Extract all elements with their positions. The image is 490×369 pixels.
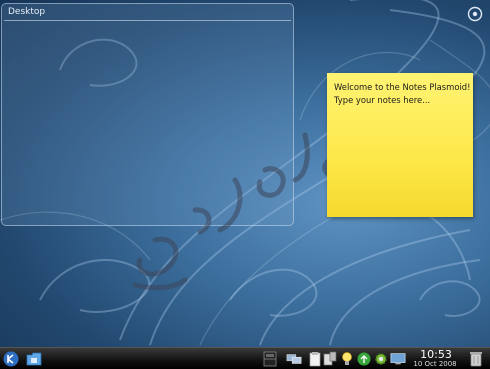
- note-line-2: Type your notes here...: [334, 95, 431, 105]
- desktop-toolbox-icon[interactable]: [465, 4, 485, 24]
- pager-icon[interactable]: [262, 351, 278, 367]
- update-icon[interactable]: [356, 351, 372, 367]
- display-icon[interactable]: [390, 351, 406, 367]
- taskbar-panel: 10:53 10 Oct 2008: [0, 347, 490, 369]
- device-notifier-icon[interactable]: [322, 351, 338, 367]
- clipboard-icon[interactable]: [307, 351, 323, 367]
- lightbulb-icon[interactable]: [339, 351, 355, 367]
- notes-plasmoid[interactable]: Welcome to the Notes Plasmoid! Type your…: [327, 73, 473, 217]
- folderview-title: Desktop: [4, 4, 291, 21]
- settings-icon[interactable]: [373, 351, 389, 367]
- kde-menu-icon[interactable]: [3, 351, 19, 367]
- trash-icon[interactable]: [468, 351, 484, 367]
- note-line-1: Welcome to the Notes Plasmoid!: [334, 82, 471, 92]
- network-icon[interactable]: [286, 351, 302, 367]
- folder-icon[interactable]: [26, 351, 42, 367]
- clock-date: 10 Oct 2008: [413, 360, 457, 368]
